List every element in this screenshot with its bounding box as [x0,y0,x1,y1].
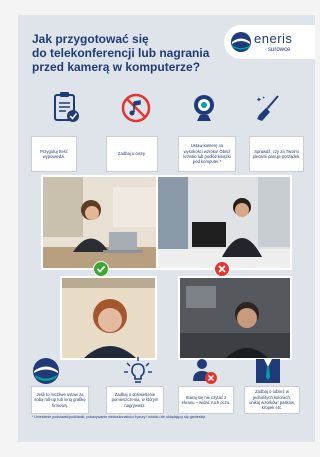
tip-box: Zadbaj o ciszę. [106,136,158,172]
title-line-1: Jak przygotować się [32,32,149,46]
bad-photo-bottom [178,276,292,360]
checkmark-icon [93,261,109,277]
tip-box: Zadbaj o doświetlenie pomieszczenia, w k… [106,386,164,414]
poster: Jak przygotować się do telekonferencji l… [18,15,315,442]
footnote: * Uniesienie podstawki/podkładki, pokazy… [32,415,207,419]
logo-subword: surowce [268,47,291,53]
lightbulb-icon [124,357,152,383]
clipboard-check-icon [54,92,79,122]
good-photo-top [41,175,158,270]
title-line-3: przed kamerą w komputerze? [32,60,201,74]
man-video-call-illustration [180,278,290,358]
eneris-logo-icon [33,358,59,384]
svg-text:✦: ✦ [262,95,266,100]
logo-word: eneris [254,31,293,46]
man-at-laptop-illustration [158,177,290,268]
eneris-logo: eneris surowce [224,25,315,59]
webcam-icon [194,95,214,121]
tip-box: Zadbaj o odzież w jednolitych kolorach, … [244,386,300,414]
cross-icon [214,261,230,277]
eneris-logo-mark-icon [231,32,251,52]
tip-box: Ustaw kamerę na wysokości wzroku! Obniż … [178,136,236,172]
broom-icon: ✦ ✦ [256,95,279,121]
tip-box: Sprawdź, czy za Twoimi plecami panuje po… [249,136,304,172]
title-line-2: do telekonferencji lub nagrania [32,46,210,60]
bad-photo-top [156,175,292,270]
woman-at-laptop-illustration [43,177,156,268]
woman-video-call-illustration [62,278,155,358]
tip-box: Staraj się nie czytać z ekranu – widać r… [178,386,234,414]
tip-box: Przygotuj treść wypowiedzi. [31,136,77,172]
suit-icon [256,359,280,383]
good-photo-bottom [60,276,157,360]
tip-box: Jeśli to możliwe ustaw za sobą roll-up l… [31,386,89,414]
no-music-icon [121,93,151,123]
poster-title: Jak przygotować się do telekonferencji l… [32,32,222,74]
person-reading-icon [193,359,217,384]
